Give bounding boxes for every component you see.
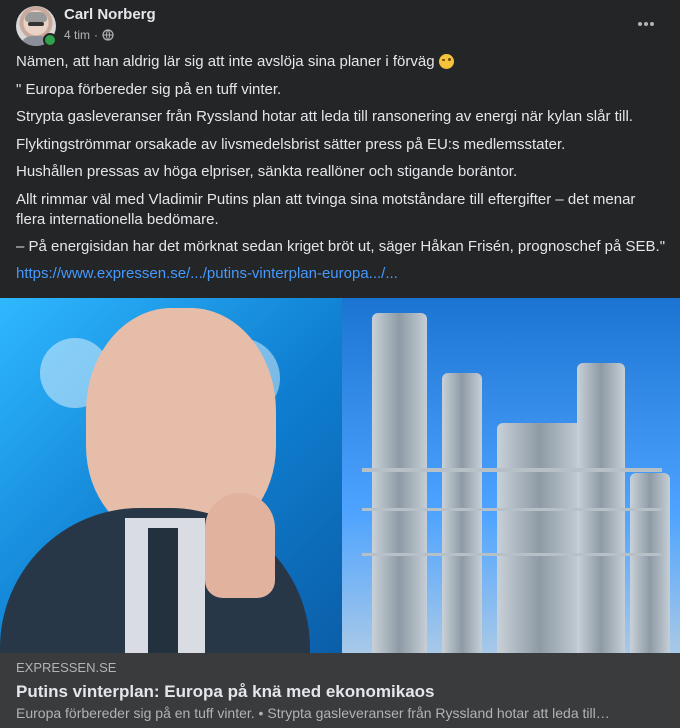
more-dot-icon: [644, 22, 648, 26]
refinery-pipe: [362, 553, 662, 556]
portrait-hand: [205, 493, 275, 598]
link-preview[interactable]: EXPRESSEN.SE Putins vinterplan: Europa p…: [0, 653, 680, 728]
refinery-tower: [497, 423, 582, 653]
post-header: Carl Norberg 4 tim ·: [0, 0, 680, 50]
more-dot-icon: [650, 22, 654, 26]
refinery-tower: [442, 373, 482, 653]
preview-title[interactable]: Putins vinterplan: Europa på knä med eko…: [16, 682, 434, 702]
post-text-line-4: Flyktingströmmar orsakade av livsmedelsb…: [16, 136, 566, 153]
article-link[interactable]: https://www.expressen.se/.../putins-vint…: [16, 264, 666, 284]
more-dot-icon: [638, 22, 642, 26]
avatar-glasses: [28, 22, 44, 26]
article-image[interactable]: [0, 298, 680, 653]
preview-description: Europa förbereder sig på en tuff vinter.…: [16, 705, 610, 721]
refinery-tower: [372, 313, 427, 653]
preview-domain: EXPRESSEN.SE: [16, 660, 117, 675]
portrait-photo: [0, 298, 342, 653]
post-text: Nämen, att han aldrig lär sig att inte a…: [16, 53, 435, 70]
post-meta: 4 tim ·: [64, 28, 114, 42]
author-name[interactable]: Carl Norberg: [64, 6, 156, 23]
post-text-line-7: – På energisidan har det mörknat sedan k…: [16, 238, 666, 255]
portrait-tie: [148, 528, 178, 653]
avatar-hair: [25, 12, 47, 22]
refinery-pipe: [362, 508, 662, 511]
post-text-line-6: Allt rimmar väl med Vladimir Putins plan…: [16, 191, 636, 228]
post-text-line-1: Nämen, att han aldrig lär sig att inte a…: [16, 52, 666, 72]
post-text-line-5: Hushållen pressas av höga elpriser, sänk…: [16, 163, 518, 180]
refinery-pipe: [362, 468, 662, 472]
online-status-icon: [43, 33, 57, 47]
post-time[interactable]: 4 tim: [64, 28, 90, 42]
post-text-line-2: " Europa förbereder sig på en tuff vinte…: [16, 81, 282, 98]
globe-icon: [102, 29, 114, 41]
winking-face-icon: [438, 54, 454, 69]
refinery-tower: [630, 473, 670, 653]
meta-separator: ·: [94, 28, 99, 42]
more-options-button[interactable]: [632, 10, 660, 38]
refinery-photo: [342, 298, 680, 653]
post-text-line-3: Strypta gasleveranser från Ryssland hota…: [16, 108, 633, 125]
